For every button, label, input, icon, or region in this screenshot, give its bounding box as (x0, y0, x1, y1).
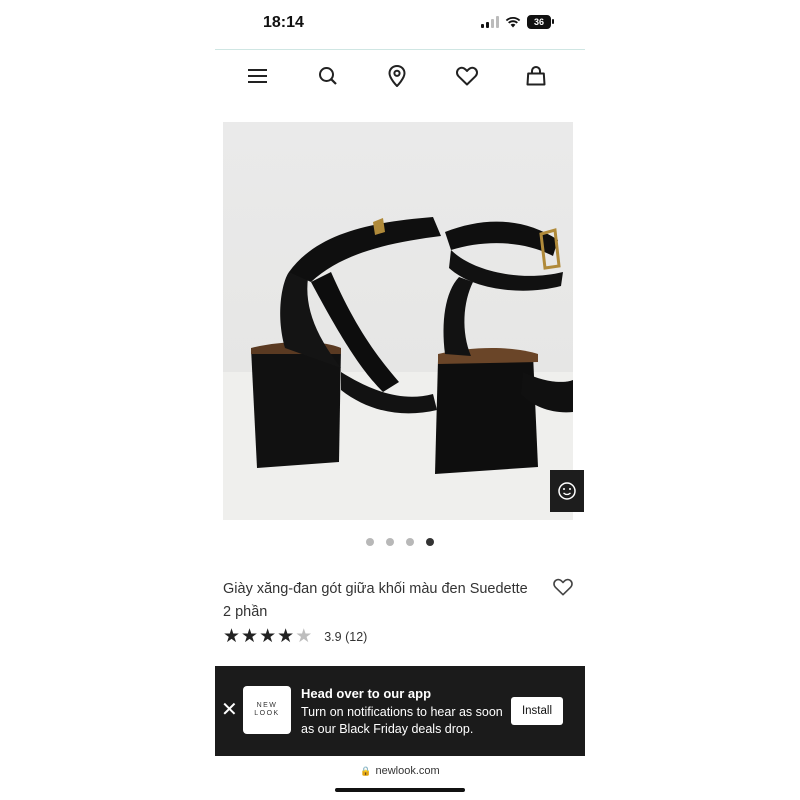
carousel-dot[interactable] (426, 538, 434, 546)
wifi-icon (505, 16, 521, 28)
logo-line-1: NEW (256, 702, 278, 709)
location-pin-icon[interactable] (384, 63, 410, 89)
star-icon: ★ (277, 626, 295, 647)
new-look-logo: NEW LOOK (243, 686, 291, 734)
star-icon: ★ (241, 626, 259, 647)
carousel-dots (215, 538, 585, 546)
url-text: newlook.com (375, 765, 440, 777)
heart-icon[interactable] (454, 63, 480, 89)
header-divider (215, 49, 585, 50)
browser-url-bar[interactable]: 🔒 newlook.com (215, 765, 585, 777)
product-rating[interactable]: ★ ★ ★ ★ ★ 3.9 (12) (223, 627, 367, 646)
logo-line-2: LOOK (254, 710, 280, 717)
lock-icon: 🔒 (360, 766, 372, 776)
home-indicator[interactable] (335, 788, 465, 792)
carousel-dot[interactable] (406, 538, 414, 546)
app-install-banner: ✕ NEW LOOK Head over to our app Turn on … (215, 666, 585, 756)
wishlist-heart-icon[interactable] (553, 578, 573, 596)
bag-icon[interactable] (523, 63, 549, 89)
status-time: 18:14 (263, 14, 304, 31)
phone-screen: 18:14 36 Giày xăng-đan gót giữa khối màu… (215, 0, 585, 800)
carousel-dot[interactable] (386, 538, 394, 546)
feedback-button[interactable] (550, 470, 584, 512)
rating-text: 3.9 (12) (324, 629, 368, 644)
close-icon[interactable]: ✕ (221, 700, 238, 720)
smiley-icon (558, 482, 576, 500)
banner-message: Turn on notifications to hear as soon as… (301, 705, 503, 736)
star-icon: ★ (259, 626, 277, 647)
product-image[interactable] (223, 122, 573, 520)
status-icons: 36 (481, 15, 554, 29)
product-title: Giày xăng-đan gót giữa khối màu đen Sued… (223, 581, 528, 620)
top-nav (245, 62, 549, 90)
banner-heading: Head over to our app (301, 686, 432, 701)
menu-icon[interactable] (245, 63, 271, 89)
carousel-dot[interactable] (366, 538, 374, 546)
search-icon[interactable] (315, 63, 341, 89)
star-icon: ★ (223, 626, 241, 647)
battery-icon: 36 (527, 15, 554, 29)
signal-icon (481, 16, 499, 28)
star-icon: ★ (295, 626, 313, 647)
install-button[interactable]: Install (511, 697, 563, 725)
rating-stars: ★ ★ ★ ★ ★ (223, 627, 312, 646)
